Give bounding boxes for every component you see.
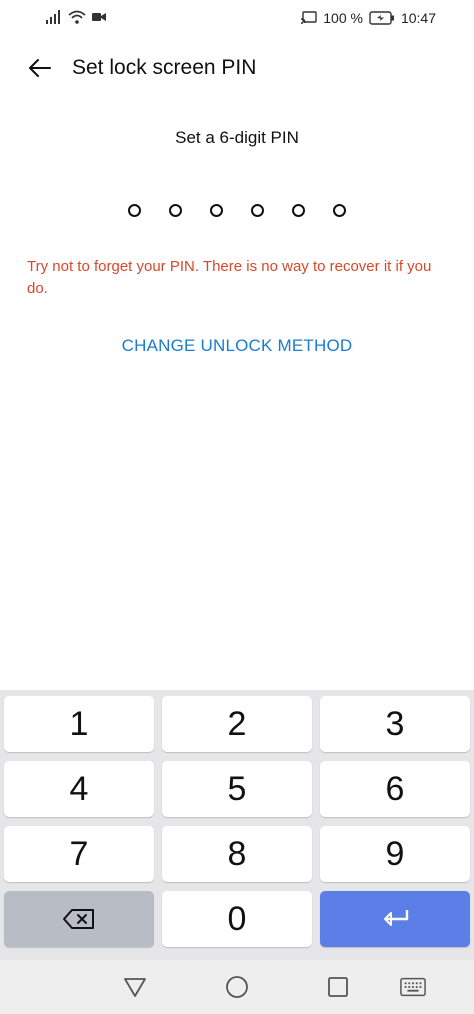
- video-call-icon: [92, 13, 106, 21]
- pin-entry-field[interactable]: [128, 204, 346, 220]
- back-button[interactable]: [24, 54, 56, 82]
- header: Set lock screen PIN: [0, 44, 474, 92]
- square-recents-icon: [328, 977, 348, 997]
- key-6[interactable]: 6: [320, 761, 470, 817]
- key-7[interactable]: 7: [4, 826, 154, 882]
- key-5[interactable]: 5: [162, 761, 312, 817]
- clock: 10:47: [400, 10, 436, 26]
- key-9[interactable]: 9: [320, 826, 470, 882]
- enter-icon: [384, 910, 409, 926]
- enter-key[interactable]: [320, 891, 470, 947]
- page-title: Set lock screen PIN: [72, 56, 257, 79]
- pin-dot: [210, 204, 223, 217]
- pin-dot: [169, 204, 182, 217]
- navigation-bar: [0, 960, 474, 1014]
- pin-prompt: Set a 6-digit PIN: [175, 128, 299, 147]
- nav-keyboard-button[interactable]: [400, 974, 426, 1000]
- numeric-keypad: 1 2 3 4 5 6 7 8 9 0: [0, 690, 474, 960]
- pin-dot: [333, 204, 346, 217]
- pin-dot: [292, 204, 305, 217]
- status-icons-right: 100 % 10:47: [301, 8, 436, 28]
- triangle-back-icon: [124, 978, 146, 997]
- backspace-icon: [63, 909, 94, 929]
- nav-back-button[interactable]: [122, 974, 148, 1000]
- key-8[interactable]: 8: [162, 826, 312, 882]
- battery-percent: 100 %: [323, 10, 363, 26]
- pin-dot: [251, 204, 264, 217]
- key-2[interactable]: 2: [162, 696, 312, 752]
- key-4[interactable]: 4: [4, 761, 154, 817]
- key-3[interactable]: 3: [320, 696, 470, 752]
- circle-home-icon: [226, 976, 248, 998]
- keyboard-icon: [400, 977, 426, 997]
- pin-dot: [128, 204, 141, 217]
- signal-icon: [46, 10, 60, 24]
- key-1[interactable]: 1: [4, 696, 154, 752]
- pin-warning-text: Try not to forget your PIN. There is no …: [27, 258, 432, 297]
- nav-home-button[interactable]: [224, 974, 250, 1000]
- back-arrow-icon: [29, 59, 51, 77]
- nav-recents-button[interactable]: [325, 974, 351, 1000]
- status-icons-left: [46, 10, 106, 24]
- battery-charging-icon: [369, 11, 394, 25]
- cast-icon: [301, 11, 317, 24]
- backspace-key[interactable]: [4, 891, 154, 947]
- change-unlock-method-button[interactable]: CHANGE UNLOCK METHOD: [0, 336, 474, 356]
- wifi-icon: [68, 10, 86, 24]
- key-0[interactable]: 0: [162, 891, 312, 947]
- status-bar: 100 % 10:47: [0, 0, 474, 36]
